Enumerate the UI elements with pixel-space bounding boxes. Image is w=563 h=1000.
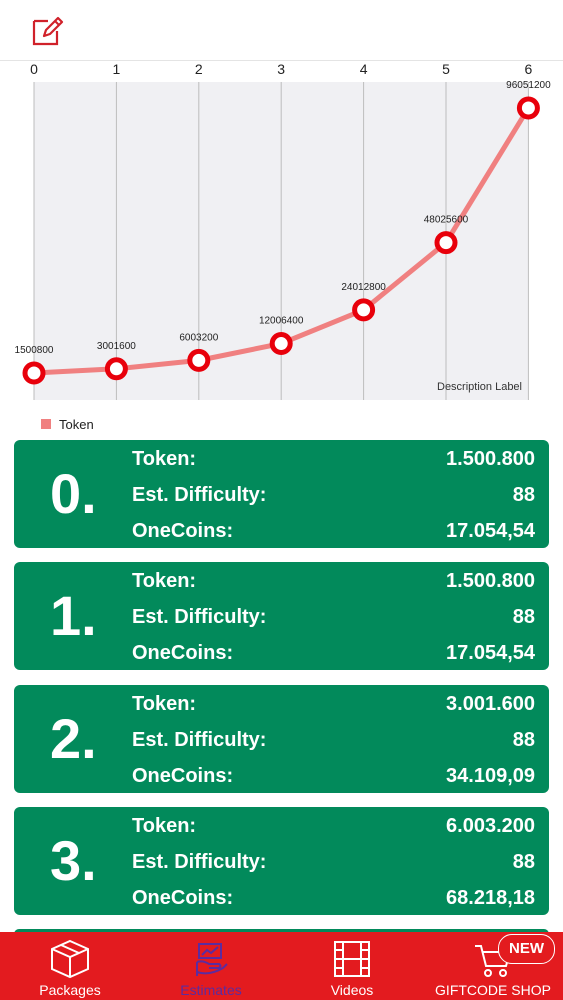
chart-legend: Token [41,416,94,432]
token-row: Token: 1.500.800 [132,441,535,477]
tab-estimates[interactable]: Estimates [141,932,281,1000]
token-label: Token: [132,448,197,470]
onecoins-row: OneCoins: 17.054,54 [132,513,535,549]
package-icon [51,939,89,979]
card-index: 3. [50,829,97,892]
onecoins-value: 17.054,54 [446,520,535,542]
onecoins-row: OneCoins: 68.218,18 [132,880,535,916]
difficulty-row: Est. Difficulty: 88 [132,722,535,758]
data-point [269,332,293,356]
onecoins-row: OneCoins: 17.054,54 [132,635,535,671]
data-label: 1500800 [15,345,54,356]
x-tick-label: 3 [277,61,285,77]
card-index: 2. [50,707,97,770]
tab-label: Estimates [180,982,242,998]
difficulty-label: Est. Difficulty: [132,851,267,873]
difficulty-value: 88 [512,851,535,873]
legend-label: Token [59,416,94,432]
chart-description-label: Description Label [437,381,522,393]
data-label: 24012800 [341,282,386,293]
token-row: Token: 6.003.200 [132,808,535,844]
tab-label: GIFTCODE SHOP [435,982,551,998]
token-value: 1.500.800 [446,448,535,470]
onecoins-label: OneCoins: [132,887,234,909]
x-tick-label: 6 [525,61,533,77]
tab-videos[interactable]: Videos [282,932,422,1000]
token-row: Token: 3.001.600 [132,686,535,722]
difficulty-label: Est. Difficulty: [132,606,267,628]
tab-bar: Packages Estimates Videos GIFTCODE SHOP [0,932,563,1000]
tab-label: Packages [39,982,101,998]
token-value: 6.003.200 [446,815,535,837]
token-label: Token: [132,815,197,837]
edit-icon [32,16,64,46]
data-label: 48025600 [424,215,469,226]
difficulty-label: Est. Difficulty: [132,729,267,751]
estimates-icon [196,943,228,976]
new-badge: NEW [498,934,555,964]
legend-swatch [41,419,51,429]
token-value: 1.500.800 [446,570,535,592]
onecoins-value: 34.109,09 [446,765,535,787]
estimate-card-2: 2. Token: 3.001.600 Est. Difficulty: 88 On… [14,685,549,793]
difficulty-row: Est. Difficulty: 88 [132,599,535,635]
film-icon [334,941,370,977]
difficulty-value: 88 [512,606,535,628]
difficulty-label: Est. Difficulty: [132,484,267,506]
difficulty-row: Est. Difficulty: 88 [132,477,535,513]
tab-packages[interactable]: Packages [0,932,140,1000]
token-value: 3.001.600 [446,693,535,715]
data-point [104,357,128,381]
onecoins-value: 68.218,18 [446,887,535,909]
onecoins-label: OneCoins: [132,642,234,664]
data-label: 3001600 [97,341,136,352]
onecoins-label: OneCoins: [132,765,234,787]
tab-label: Videos [330,982,374,998]
estimate-card-1: 1. Token: 1.500.800 Est. Difficulty: 88 On… [14,562,549,670]
data-point [352,298,376,322]
estimate-card-0: 0. Token: 1.500.800 Est. Difficulty: 88 On… [14,440,549,548]
token-line-chart: 0 1 2 3 4 5 6 1500800 3001600 6003200 12006400 2401… [0,60,563,405]
x-tick-label: 0 [30,61,38,77]
data-label: 96051200 [506,80,551,91]
data-point [434,231,458,255]
data-point [22,361,46,385]
card-index: 1. [50,584,97,647]
token-label: Token: [132,693,197,715]
token-row: Token: 1.500.800 [132,563,535,599]
estimate-card-3: 3. Token: 6.003.200 Est. Difficulty: 88 On… [14,807,549,915]
difficulty-value: 88 [512,729,535,751]
data-point [187,348,211,372]
difficulty-row: Est. Difficulty: 88 [132,844,535,880]
onecoins-value: 17.054,54 [446,642,535,664]
token-label: Token: [132,570,197,592]
x-tick-label: 4 [360,61,368,77]
edit-button[interactable] [30,14,64,48]
onecoins-row: OneCoins: 34.109,09 [132,758,535,794]
card-index: 0. [50,462,97,525]
data-label: 6003200 [179,332,218,343]
x-tick-label: 5 [442,61,450,77]
data-label: 12006400 [259,316,304,327]
top-bar [0,0,563,61]
data-point [516,96,540,120]
x-tick-label: 2 [195,61,203,77]
onecoins-label: OneCoins: [132,520,234,542]
x-tick-label: 1 [113,61,121,77]
difficulty-value: 88 [512,484,535,506]
